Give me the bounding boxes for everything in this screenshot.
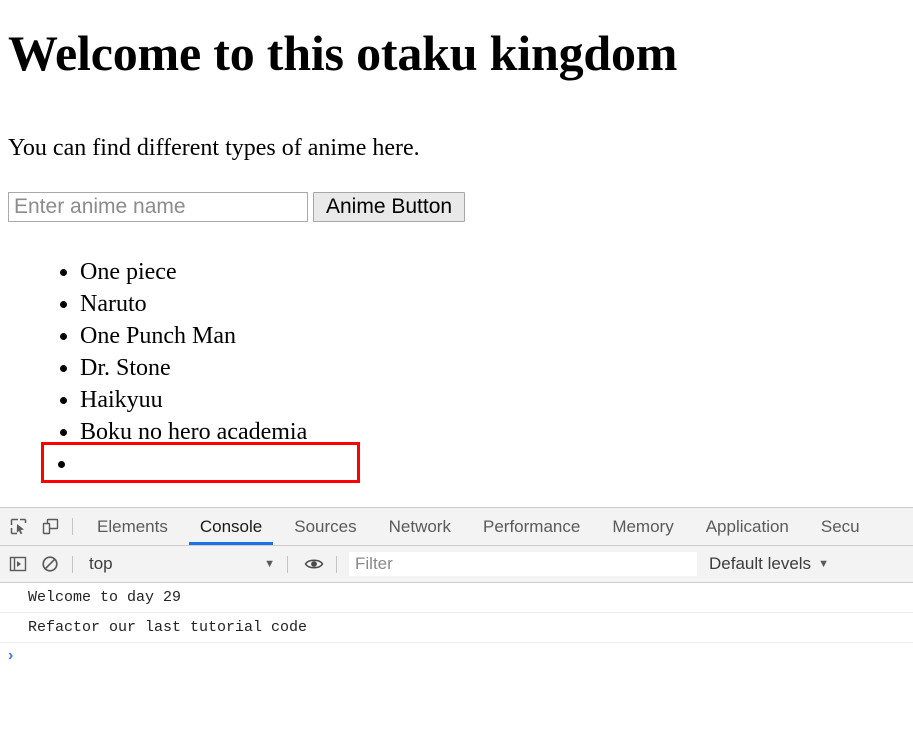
- filterbar-divider-3: [336, 555, 337, 573]
- console-prompt-row[interactable]: ›: [0, 643, 913, 675]
- list-item: One Punch Man: [80, 320, 307, 352]
- toolbar-divider: [72, 518, 73, 535]
- console-filter-input[interactable]: [349, 552, 697, 576]
- device-toolbar-icon[interactable]: [36, 514, 64, 540]
- console-message: Welcome to day 29: [0, 583, 913, 613]
- tab-application[interactable]: Application: [690, 509, 805, 545]
- execution-context-selector[interactable]: top ▼: [81, 552, 279, 576]
- tab-network[interactable]: Network: [373, 509, 467, 545]
- clear-console-icon[interactable]: [36, 551, 64, 577]
- list-item: Dr. Stone: [80, 352, 307, 384]
- tab-elements[interactable]: Elements: [81, 509, 184, 545]
- page-description: You can find different types of anime he…: [8, 135, 420, 161]
- console-output[interactable]: Welcome to day 29 Refactor our last tuto…: [0, 583, 913, 744]
- tab-performance[interactable]: Performance: [467, 509, 596, 545]
- anime-form: Anime Button: [8, 192, 466, 222]
- execution-context-label: top: [89, 554, 113, 573]
- tab-security[interactable]: Secu: [805, 509, 876, 545]
- list-item: One piece: [80, 256, 307, 288]
- chevron-down-icon: ▼: [818, 558, 829, 570]
- console-filter-toolbar: top ▼ Default levels ▼: [0, 546, 913, 583]
- highlighted-empty-list-item: [41, 442, 360, 483]
- list-item: Naruto: [80, 288, 307, 320]
- log-levels-selector[interactable]: Default levels ▼: [709, 554, 833, 574]
- anime-submit-button[interactable]: Anime Button: [313, 192, 466, 222]
- chevron-down-icon: ▼: [264, 558, 275, 570]
- inspect-element-icon[interactable]: [4, 514, 32, 540]
- tab-memory[interactable]: Memory: [596, 509, 689, 545]
- list-item: Haikyuu: [80, 384, 307, 416]
- console-message: Refactor our last tutorial code: [0, 613, 913, 643]
- list-bullet-icon: [58, 461, 65, 468]
- page-title: Welcome to this otaku kingdom: [8, 25, 678, 81]
- devtools-tabbar: Elements Console Sources Network Perform…: [0, 508, 913, 546]
- filterbar-divider-2: [287, 555, 288, 573]
- devtools-panel: Elements Console Sources Network Perform…: [0, 507, 913, 744]
- filterbar-divider-1: [72, 555, 73, 573]
- console-prompt-input[interactable]: [13, 648, 913, 664]
- console-sidebar-icon[interactable]: [4, 551, 32, 577]
- anime-name-input[interactable]: [8, 192, 308, 222]
- tab-sources[interactable]: Sources: [278, 509, 372, 545]
- log-levels-label: Default levels: [709, 554, 812, 573]
- tab-console[interactable]: Console: [184, 509, 278, 545]
- web-page-viewport: Welcome to this otaku kingdom You can fi…: [0, 0, 913, 507]
- live-expression-eye-icon[interactable]: [300, 551, 328, 577]
